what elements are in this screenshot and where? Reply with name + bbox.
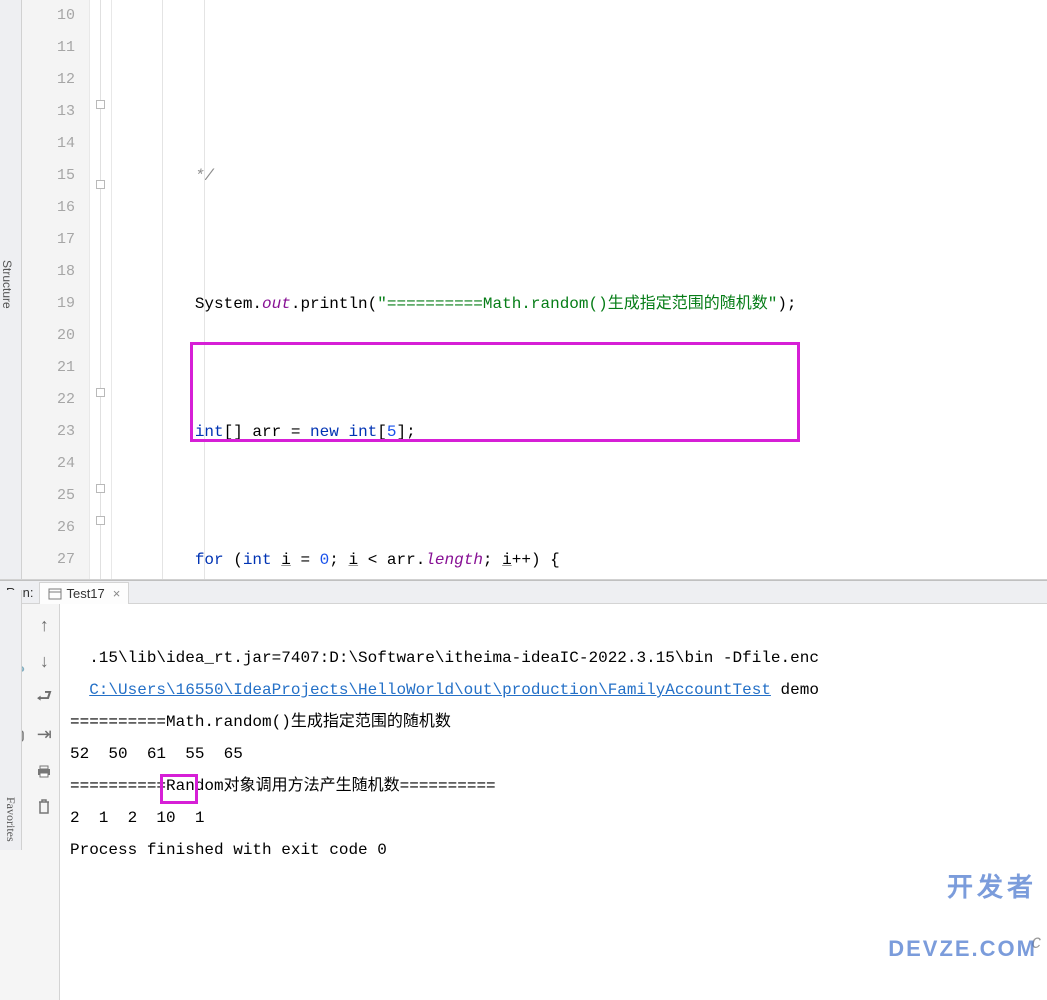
soft-wrap-icon[interactable]: ⮐	[32, 687, 56, 711]
close-icon[interactable]: ×	[113, 586, 121, 601]
favorites-tool-label[interactable]: Favorites	[0, 590, 22, 850]
line-number: 17	[22, 224, 75, 256]
run-panel: Run: Test17 × ▶ ↑ 🔧 ↓ ■ ⮐ ⇥	[0, 580, 1047, 851]
fold-handle-icon[interactable]	[96, 388, 105, 397]
run-tab-label: Test17	[66, 586, 104, 601]
path-link[interactable]: C:\Users\16550\IdeaProjects\HelloWorld\o…	[89, 681, 771, 699]
line-number-gutter[interactable]: 10 11 12 13 14 15 16 17 18 19 20 21 22 2…	[22, 0, 90, 579]
up-arrow-icon[interactable]: ↑	[32, 615, 56, 639]
fold-handle-icon[interactable]	[96, 180, 105, 189]
line-number: 20	[22, 320, 75, 352]
line-number: 13	[22, 96, 75, 128]
line-number: 10	[22, 0, 75, 32]
line-number: 27	[22, 544, 75, 576]
editor-area: Structure 10 11 12 13 14 15 16 17 18 19 …	[0, 0, 1047, 580]
down-arrow-icon[interactable]: ↓	[32, 651, 56, 675]
fold-handle-icon[interactable]	[96, 100, 105, 109]
line-number: 15	[22, 160, 75, 192]
line-number: 11	[22, 32, 75, 64]
line-number: 25	[22, 480, 75, 512]
line-number: 16	[22, 192, 75, 224]
console-output[interactable]: .15\lib\idea_rt.jar=7407:D:\Software\ith…	[60, 604, 1047, 1000]
scroll-to-end-icon[interactable]: ⇥	[32, 723, 56, 747]
run-config-icon	[48, 587, 62, 601]
run-header: Run: Test17 ×	[0, 581, 1047, 604]
structure-tool-label[interactable]: Structure	[0, 260, 14, 309]
line-number: 24	[22, 448, 75, 480]
fold-strip[interactable]	[90, 0, 112, 579]
line-number: 22	[22, 384, 75, 416]
watermark: 开发者 DevZe.CoM	[888, 838, 1037, 996]
left-tool-strip[interactable]: Structure	[0, 0, 22, 579]
print-icon[interactable]	[32, 759, 56, 783]
line-number: 18	[22, 256, 75, 288]
fold-handle-icon[interactable]	[96, 484, 105, 493]
line-number: 23	[22, 416, 75, 448]
code-editor[interactable]: */ System.out.println("==========Math.ra…	[112, 0, 1047, 579]
line-number: 19	[22, 288, 75, 320]
fold-handle-icon[interactable]	[96, 516, 105, 525]
line-number: 14	[22, 128, 75, 160]
line-number: 12	[22, 64, 75, 96]
line-number: 26	[22, 512, 75, 544]
trash-icon[interactable]	[32, 795, 56, 819]
line-number: 21	[22, 352, 75, 384]
run-config-tab[interactable]: Test17 ×	[39, 582, 129, 604]
